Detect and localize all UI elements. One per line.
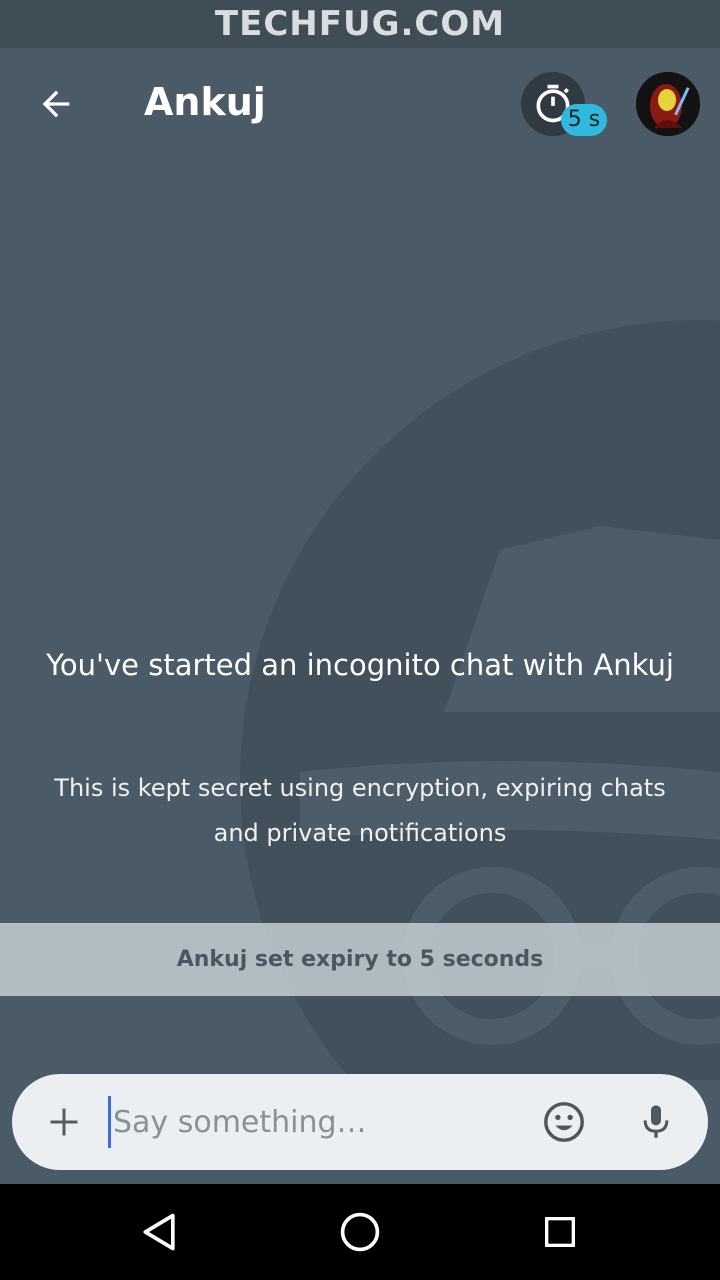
timer-badge: 5 s (561, 104, 607, 136)
emoji-icon (544, 1102, 584, 1142)
expiry-system-message-text: Ankuj set expiry to 5 seconds (176, 947, 544, 972)
chat-title: Ankuj (144, 80, 266, 124)
microphone-icon (643, 1105, 669, 1138)
arrow-left-icon (42, 90, 70, 118)
nav-home-button[interactable] (328, 1200, 392, 1264)
avatar-image (636, 72, 700, 136)
watermark-text: TECHFUG.COM (214, 4, 506, 44)
message-input[interactable] (108, 1096, 518, 1148)
plus-icon (50, 1108, 78, 1136)
expiry-system-message: Ankuj set expiry to 5 seconds (0, 923, 720, 996)
nav-recents-button[interactable] (528, 1200, 592, 1264)
triangle-back-icon (143, 1213, 175, 1251)
avatar[interactable] (636, 72, 700, 136)
microphone-button[interactable] (626, 1092, 686, 1152)
watermark-bar: TECHFUG.COM (0, 0, 720, 48)
incognito-intro-title: You've started an incognito chat with An… (46, 648, 674, 682)
emoji-button[interactable] (534, 1092, 594, 1152)
system-navigation-bar (0, 1184, 720, 1280)
message-composer (12, 1074, 708, 1170)
back-button[interactable] (24, 72, 88, 136)
circle-home-icon (340, 1212, 380, 1252)
square-recents-icon (545, 1217, 575, 1247)
add-attachment-button[interactable] (34, 1092, 94, 1152)
nav-back-button[interactable] (128, 1200, 192, 1264)
incognito-intro-subtitle: This is kept secret using encryption, ex… (54, 774, 666, 847)
app-bar: Ankuj 5 s (0, 48, 720, 160)
